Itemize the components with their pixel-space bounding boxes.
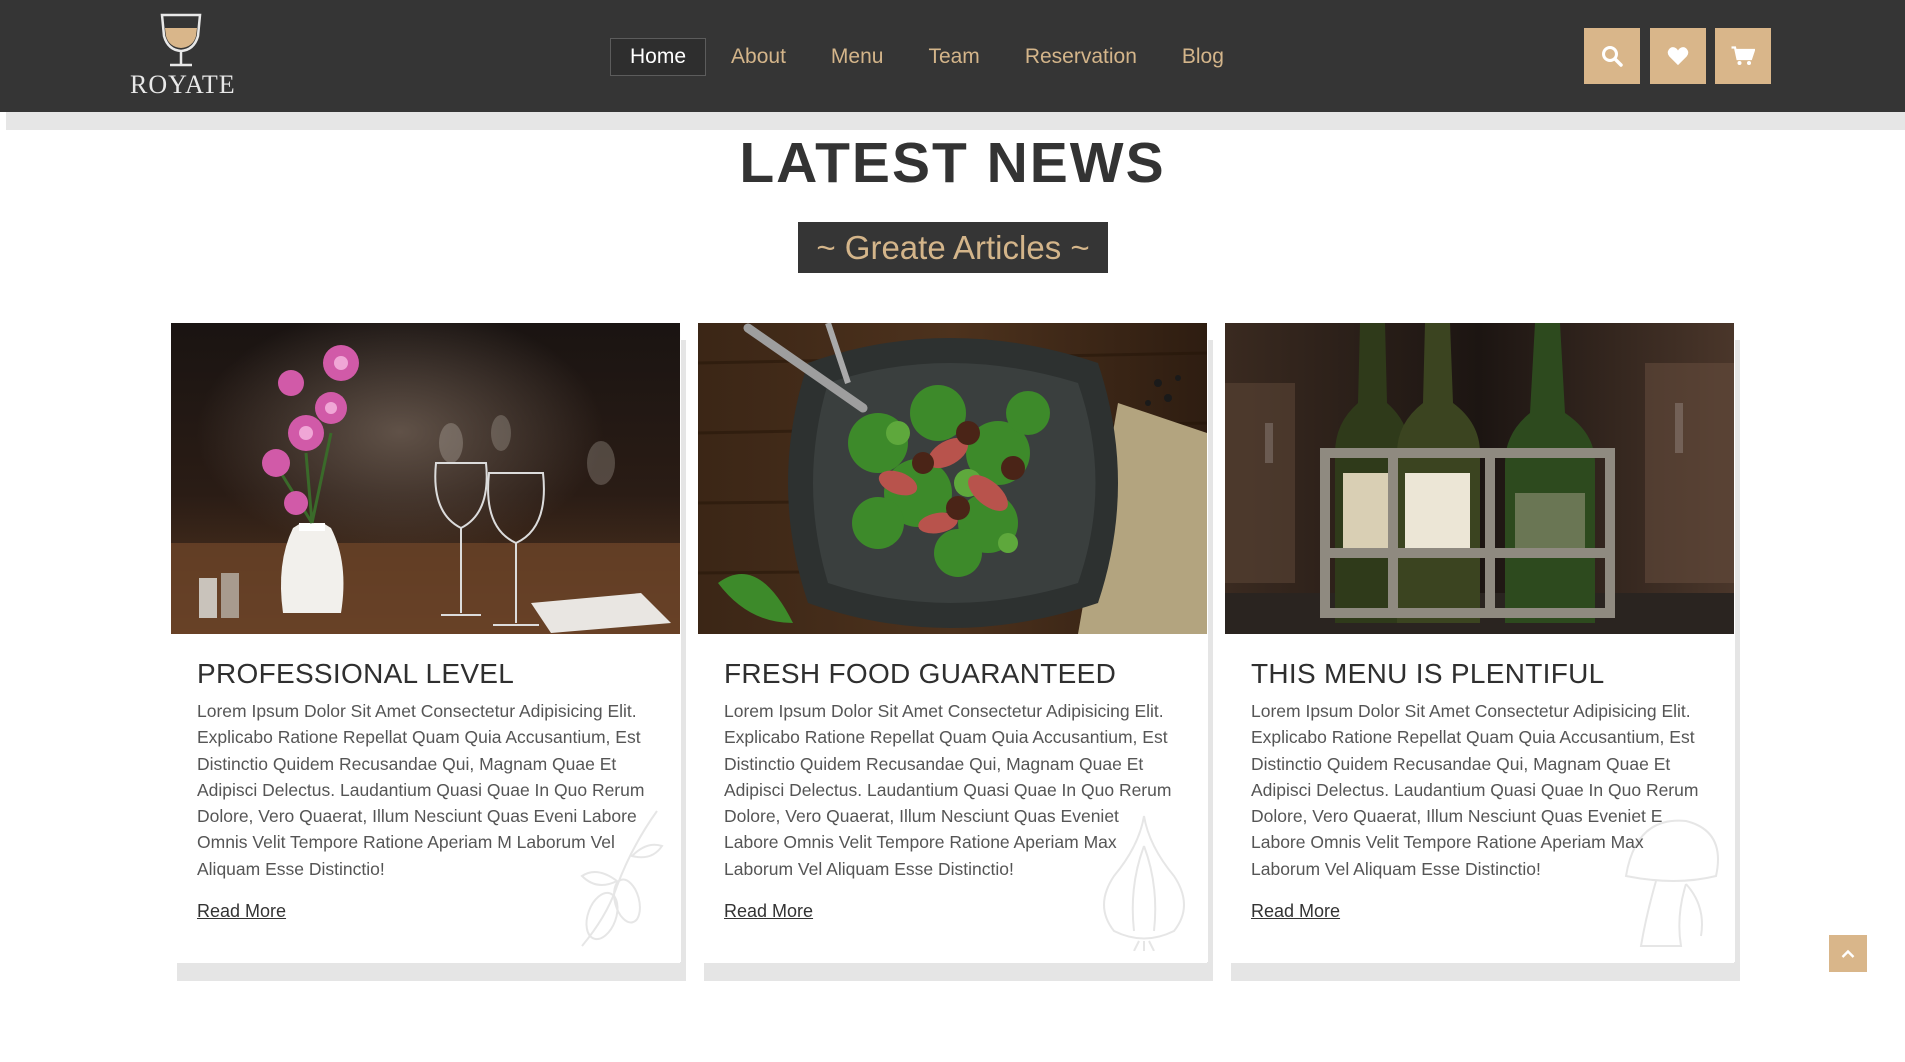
section-subtitle: ~ Greate Articles ~ (798, 222, 1108, 273)
news-card: FRESH FOOD GUARANTEED Lorem Ipsum Dolor … (698, 323, 1207, 963)
search-button[interactable] (1584, 28, 1640, 84)
card-shadow (681, 340, 686, 981)
card-excerpt: Lorem Ipsum Dolor Sit Amet Consectetur A… (197, 701, 645, 879)
nav-reservation[interactable]: Reservation (1005, 38, 1157, 76)
search-icon (1602, 46, 1623, 67)
heart-icon (1667, 47, 1689, 66)
nav-menu[interactable]: Menu (811, 38, 904, 76)
news-card: PROFESSIONAL LEVEL Lorem Ipsum Dolor Sit… (171, 323, 680, 963)
section-title: LATEST NEWS (739, 131, 1166, 195)
read-more-link[interactable]: Read More (724, 901, 813, 922)
card-title[interactable]: THIS MENU IS PLENTIFUL (1251, 658, 1605, 690)
chevron-up-icon (1841, 949, 1855, 958)
salad-plate-image[interactable] (698, 323, 1207, 634)
wine-bottles-image[interactable] (1225, 323, 1734, 634)
nav-blog[interactable]: Blog (1162, 38, 1244, 76)
site-header: ROYATE Home About Menu Team Reservation … (0, 0, 1905, 112)
nav-home[interactable]: Home (610, 38, 707, 76)
wine-glass-icon (160, 13, 202, 67)
card-shadow (177, 962, 686, 981)
read-more-link[interactable]: Read More (197, 901, 286, 922)
card-shadow (1208, 340, 1213, 981)
restaurant-table-flowers-image[interactable] (171, 323, 680, 634)
back-to-top-button[interactable] (1829, 935, 1867, 972)
main-nav: Home About Menu Team Reservation Blog (610, 38, 1249, 76)
wishlist-button[interactable] (1650, 28, 1706, 84)
header-divider (6, 112, 1905, 130)
card-title[interactable]: PROFESSIONAL LEVEL (197, 658, 514, 690)
read-more-link[interactable]: Read More (1251, 901, 1340, 922)
card-excerpt: Lorem Ipsum Dolor Sit Amet Consectetur A… (724, 701, 1172, 879)
brand-logo[interactable]: ROYATE (130, 12, 236, 100)
nav-about[interactable]: About (711, 38, 806, 76)
cart-button[interactable] (1715, 28, 1771, 84)
card-title[interactable]: FRESH FOOD GUARANTEED (724, 658, 1116, 690)
nav-team[interactable]: Team (908, 38, 999, 76)
card-excerpt: Lorem Ipsum Dolor Sit Amet Consectetur A… (1251, 701, 1699, 879)
card-shadow (1735, 340, 1740, 981)
cart-icon (1731, 46, 1755, 65)
news-card: THIS MENU IS PLENTIFUL Lorem Ipsum Dolor… (1225, 323, 1734, 963)
brand-name: ROYATE (130, 70, 236, 99)
card-shadow (1231, 962, 1740, 981)
card-shadow (704, 962, 1213, 981)
